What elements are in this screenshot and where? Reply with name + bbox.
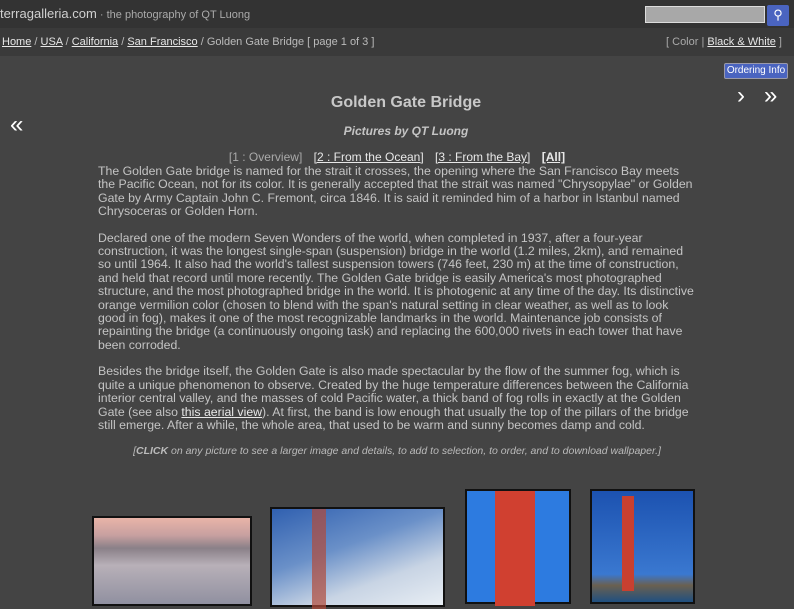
thumbnail-fog[interactable] <box>270 507 445 609</box>
color-mode: [ Color | Black & White ] <box>666 36 782 48</box>
crumb-usa[interactable]: USA <box>41 36 63 48</box>
mode-color: Color <box>672 36 699 48</box>
page-link-bay[interactable]: [3 : From the Bay] <box>435 150 530 164</box>
site-link[interactable]: terragalleria.com <box>0 6 97 21</box>
breadcrumb-bar: Home / USA / California / San Francisco … <box>0 28 794 56</box>
description: The Golden Gate bridge is named for the … <box>98 164 694 445</box>
aerial-view-link[interactable]: this aerial view <box>181 405 262 419</box>
thumbnail-under-bridge[interactable] <box>590 489 695 604</box>
byline: Pictures by QT Luong <box>343 124 469 138</box>
search-input[interactable] <box>645 6 765 23</box>
paragraph: Besides the bridge itself, the Golden Ga… <box>98 365 694 432</box>
page-nav: [1 : Overview] [2 : From the Ocean] [3 :… <box>0 150 794 164</box>
thumbnail-sunset[interactable] <box>92 516 252 606</box>
ordering-info-button[interactable]: Ordering Info <box>724 63 788 79</box>
crumb-current: Golden Gate Bridge <box>206 36 305 48</box>
page-link-all[interactable]: [All] <box>542 150 565 164</box>
bracket: ] <box>658 445 661 457</box>
magnifier-icon: ⚲ <box>773 7 783 22</box>
tagline: · the photography of QT Luong <box>96 9 251 21</box>
crumb-san-francisco[interactable]: San Francisco <box>127 36 197 48</box>
mode-bw-link[interactable]: Black & White <box>707 36 775 48</box>
top-bar: terragalleria.com · the photography of Q… <box>0 0 794 28</box>
page-indicator: [ page 1 of 3 ] <box>307 36 375 48</box>
bracket: ] <box>775 36 782 48</box>
click-hint: [CLICK on any picture to see a larger im… <box>0 445 794 457</box>
thumbnail-tower[interactable] <box>465 489 571 606</box>
search-button[interactable]: ⚲ <box>767 5 789 26</box>
paragraph: The Golden Gate bridge is named for the … <box>98 164 693 219</box>
crumb-home[interactable]: Home <box>2 36 31 48</box>
page-current: [1 : Overview] <box>228 150 303 164</box>
site-name[interactable]: terragalleria.com · the photography of Q… <box>0 6 250 21</box>
breadcrumb: Home / USA / California / San Francisco … <box>2 36 375 48</box>
page-link-ocean[interactable]: [2 : From the Ocean] <box>314 150 424 164</box>
paragraph: Declared one of the modern Seven Wonders… <box>98 230 694 352</box>
hint-text: on any picture to see a larger image and… <box>168 445 658 457</box>
crumb-california[interactable]: California <box>72 36 118 48</box>
page-title: Golden Gate Bridge <box>330 94 482 111</box>
click-bold: CLICK <box>135 445 169 457</box>
